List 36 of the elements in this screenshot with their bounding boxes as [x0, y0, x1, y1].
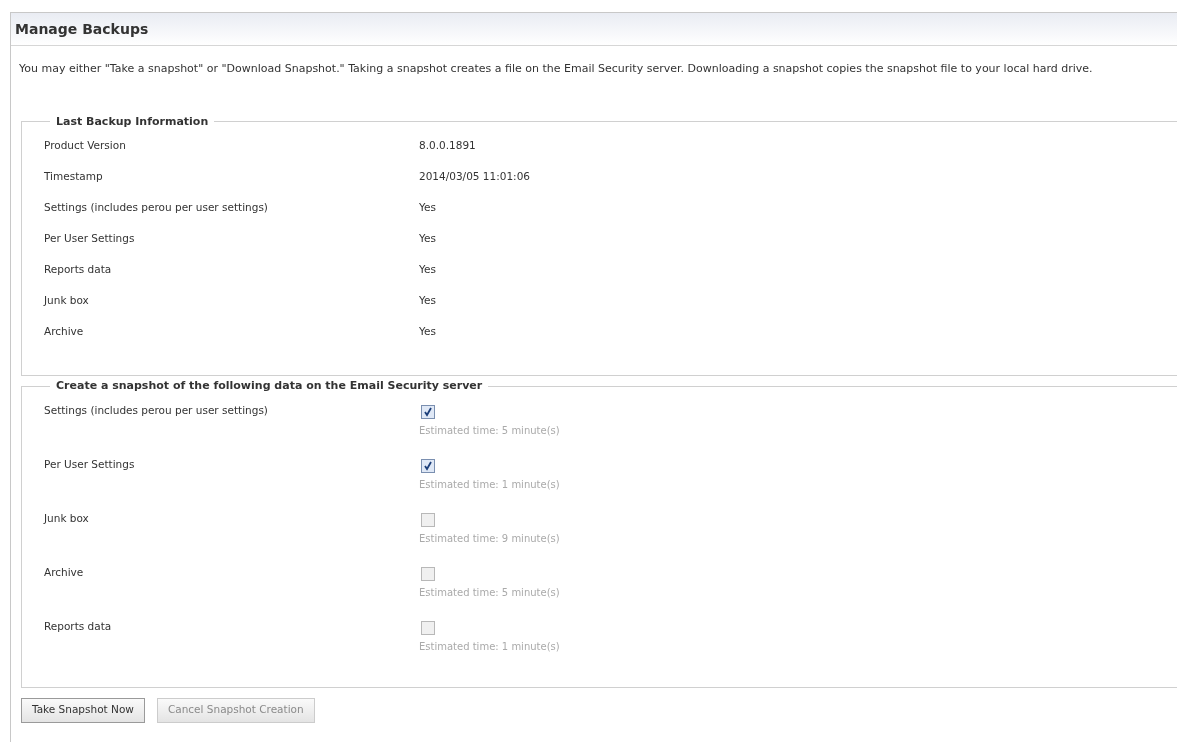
- estimate-text: Estimated time: 5 minute(s): [419, 585, 560, 600]
- estimate-text: Estimated time: 1 minute(s): [419, 639, 560, 654]
- field-value: 8.0.0.1891: [419, 138, 476, 153]
- field-label: Reports data: [44, 262, 113, 277]
- field-value: 2014/03/05 11:01:06: [419, 169, 530, 184]
- option-label: Junk box: [44, 510, 90, 526]
- checkmark-icon: [423, 460, 433, 471]
- option-label: Archive: [44, 564, 85, 580]
- checkmark-icon: [423, 406, 433, 417]
- option-label: Settings (includes perou per user settings): [44, 402, 269, 418]
- field-label: Per User Settings: [44, 231, 136, 246]
- estimate-text: Estimated time: 5 minute(s): [419, 423, 560, 438]
- estimate-text: Estimated time: 9 minute(s): [419, 531, 560, 546]
- field-label: Settings (includes perou per user settings): [44, 200, 269, 215]
- checkbox[interactable]: [421, 566, 435, 581]
- field-value: Yes: [419, 262, 436, 277]
- option-label: Reports data: [44, 618, 113, 634]
- section-legend: Create a snapshot of the following data on the Email Security server: [50, 378, 489, 395]
- field-label: Archive: [44, 324, 85, 339]
- checkbox[interactable]: [421, 512, 435, 527]
- panel-title: Manage Backups: [15, 19, 149, 39]
- field-value: Yes: [419, 293, 436, 308]
- field-value: Yes: [419, 324, 436, 339]
- option-label: Per User Settings: [44, 456, 136, 472]
- estimate-text: Estimated time: 1 minute(s): [419, 477, 560, 492]
- checkbox[interactable]: [421, 620, 435, 635]
- checkbox[interactable]: [421, 404, 435, 419]
- description-text: You may either "Take a snapshot" or "Download Snapshot." Taking a snapshot creates a file on the Email Security server. Downloading a snapshot copies the snapshot file to your local hard drive.: [19, 62, 1093, 75]
- field-label: Timestamp: [44, 169, 104, 184]
- field-label: Junk box: [44, 293, 90, 308]
- field-label: Product Version: [44, 138, 127, 153]
- action-button[interactable]: Take Snapshot Now: [21, 697, 145, 723]
- checkbox[interactable]: [421, 458, 435, 473]
- section-legend: Last Backup Information: [50, 113, 215, 130]
- field-value: Yes: [419, 200, 436, 215]
- field-value: Yes: [419, 231, 436, 246]
